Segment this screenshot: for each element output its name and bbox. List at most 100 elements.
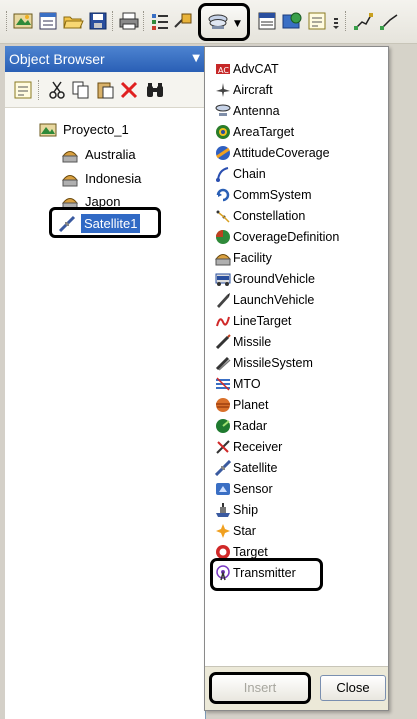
menu-item-label: Aircraft — [233, 83, 273, 97]
menu-item-antenna[interactable]: Antenna — [205, 101, 388, 122]
insert-button[interactable]: Insert — [209, 672, 311, 704]
toolbar-grip — [6, 11, 8, 31]
properties-icon[interactable] — [13, 80, 33, 100]
advcat-icon: AC — [215, 61, 231, 77]
menu-item-receiver[interactable]: Receiver — [205, 437, 388, 458]
menu-item-mto[interactable]: MTO — [205, 374, 388, 395]
toolbar-separator — [38, 80, 40, 100]
route-edit-icon[interactable] — [378, 10, 400, 32]
menu-item-aircraft[interactable]: Aircraft — [205, 80, 388, 101]
menu-item-planet[interactable]: Planet — [205, 395, 388, 416]
report-icon[interactable] — [256, 10, 278, 32]
properties-icon[interactable] — [149, 10, 171, 32]
menu-item-label: Sensor — [233, 482, 273, 496]
insert-object-dropdown-button[interactable]: ▼ — [198, 3, 250, 41]
antenna-icon — [208, 14, 228, 29]
menu-item-label: Star — [233, 524, 256, 538]
toolbar-overflow-icon[interactable] — [331, 10, 341, 32]
close-button[interactable]: Close — [320, 675, 386, 701]
areatarget-icon — [215, 124, 231, 140]
svg-text:AC: AC — [218, 66, 229, 75]
menu-item-label: Satellite — [233, 461, 278, 475]
receiver-icon — [215, 439, 231, 455]
find-icon[interactable] — [145, 80, 165, 100]
tree-node-facility[interactable]: Indonesia — [61, 169, 191, 189]
menu-item-missile[interactable]: Missile — [205, 332, 388, 353]
menu-item-label: Constellation — [233, 209, 306, 223]
tree-node-facility[interactable]: Australia — [61, 145, 191, 165]
open-folder-icon[interactable] — [62, 10, 84, 32]
delete-icon[interactable] — [119, 80, 139, 100]
object-browser-toolbar — [5, 72, 206, 108]
tree-node-label: Australia — [85, 147, 136, 162]
route-icon[interactable] — [352, 10, 374, 32]
menu-item-commsystem[interactable]: CommSystem — [205, 185, 388, 206]
menu-item-sensor[interactable]: Sensor — [205, 479, 388, 500]
menu-item-label: Missile — [233, 335, 272, 349]
facility-icon — [61, 175, 79, 187]
aircraft-icon — [215, 82, 231, 98]
mto-icon — [215, 376, 231, 392]
menu-item-coveragedefinition[interactable]: CoverageDefinition — [205, 227, 388, 248]
star-icon — [215, 523, 231, 539]
save-icon[interactable] — [87, 10, 109, 32]
menu-item-facility[interactable]: Facility — [205, 248, 388, 269]
menu-item-linetarget[interactable]: LineTarget — [205, 311, 388, 332]
workspace-background — [390, 44, 417, 719]
menu-item-radar[interactable]: Radar — [205, 416, 388, 437]
link-icon[interactable] — [172, 10, 194, 32]
menu-item-attitudecoverage[interactable]: AttitudeCoverage — [205, 143, 388, 164]
tree-node-label: Indonesia — [85, 171, 142, 186]
menu-item-label: GroundVehicle — [233, 272, 316, 286]
chain-icon — [215, 166, 231, 182]
menu-item-label: Target — [233, 545, 268, 559]
toolbar-separator — [143, 11, 145, 31]
menu-item-label: CoverageDefinition — [233, 230, 340, 244]
groundvehicle-icon — [215, 271, 231, 287]
attitudecoverage-icon — [215, 145, 231, 161]
toolbar-separator — [345, 11, 347, 31]
menu-footer: Insert Close — [205, 666, 388, 710]
tree-node-scenario[interactable]: Proyecto_1 — [39, 120, 189, 140]
missile-icon — [215, 334, 231, 350]
copy-icon[interactable] — [71, 80, 91, 100]
menu-item-advcat[interactable]: AC AdvCAT — [205, 59, 388, 80]
menu-item-label: Antenna — [233, 104, 280, 118]
menu-item-label: AttitudeCoverage — [233, 146, 330, 160]
menu-item-constellation[interactable]: Constellation — [205, 206, 388, 227]
toolbar-separator — [112, 11, 114, 31]
menu-item-star[interactable]: Star — [205, 521, 388, 542]
menu-item-groundvehicle[interactable]: GroundVehicle — [205, 269, 388, 290]
satellite-icon — [58, 215, 76, 233]
menu-item-areatarget[interactable]: AreaTarget — [205, 122, 388, 143]
chevron-down-icon: ▼ — [234, 19, 241, 29]
menu-item-label: Facility — [233, 251, 272, 265]
menu-item-chain[interactable]: Chain — [205, 164, 388, 185]
menu-item-label: Chain — [233, 167, 266, 181]
menu-item-satellite[interactable]: Satellite — [205, 458, 388, 479]
menu-item-label: Planet — [233, 398, 269, 412]
menu-item-label: CommSystem — [233, 188, 312, 202]
ship-icon — [215, 502, 231, 518]
menu-item-label: AdvCAT — [233, 62, 279, 76]
tree-node-satellite-selected[interactable]: Satellite1 — [49, 207, 161, 238]
new-object-icon[interactable] — [37, 10, 59, 32]
chevron-down-icon[interactable]: ▼ — [192, 46, 200, 72]
menu-item-ship[interactable]: Ship — [205, 500, 388, 521]
planet-icon — [215, 397, 231, 413]
menu-item-label: MTO — [233, 377, 261, 391]
graph-icon[interactable] — [306, 10, 328, 32]
object-browser-header: Object Browser ▼ — [5, 46, 206, 72]
tree-node-label: Satellite1 — [79, 213, 142, 234]
linetarget-icon — [215, 313, 231, 329]
menu-item-label: MissileSystem — [233, 356, 313, 370]
print-icon[interactable] — [118, 10, 140, 32]
cut-icon[interactable] — [47, 80, 67, 100]
antenna-icon — [215, 103, 231, 119]
tree-node-label: Proyecto_1 — [63, 122, 129, 137]
new-scenario-icon[interactable] — [12, 10, 34, 32]
menu-item-launchvehicle[interactable]: LaunchVehicle — [205, 290, 388, 311]
menu-item-missilesystem[interactable]: MissileSystem — [205, 353, 388, 374]
paste-icon[interactable] — [95, 80, 115, 100]
map-icon[interactable] — [281, 10, 303, 32]
